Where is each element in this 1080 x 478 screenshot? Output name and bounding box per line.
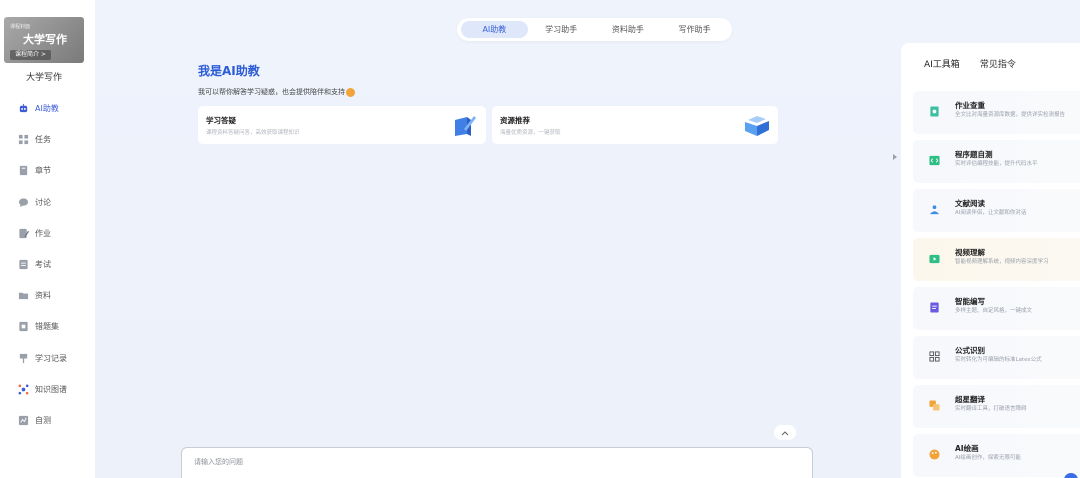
chart-icon [18, 415, 29, 426]
pen-book-icon [455, 116, 476, 136]
folder-icon [18, 290, 29, 301]
tool-desc: 智能视频理解系统，视频内容深度学习 [955, 259, 1049, 265]
tool-smart-writing[interactable]: 智能编写 多样主题、自定风格，一键成文 [913, 287, 1080, 330]
tool-title: 超星翻译 [955, 395, 985, 404]
reader-icon [929, 205, 940, 215]
write-icon [930, 302, 939, 313]
sidebar-item-label: 知识图谱 [35, 384, 67, 394]
card-desc: 课程资料答疑问答，高效获取课程知识 [206, 130, 300, 136]
sidebar: 课程封面 大学写作 课程简介 > 大学写作 AI助教 任务 章节 讨论 作业 考… [0, 0, 95, 478]
subtitle-text: 我可以帮你解答学习疑惑，也会提供陪伴和支持 [198, 88, 345, 96]
tool-desc: 实时评估编程技能，提升代码水平 [955, 161, 1038, 167]
sidebar-item-ai-assistant[interactable]: AI助教 [0, 93, 95, 124]
tool-title: 文献阅读 [955, 199, 985, 208]
sidebar-item-label: 自测 [35, 415, 51, 425]
book-icon [18, 165, 29, 176]
sidebar-item-label: 错题集 [35, 322, 59, 332]
sidebar-item-label: 章节 [35, 166, 51, 176]
sidebar-item-study-record[interactable]: 学习记录 [0, 343, 95, 374]
assistant-tabs: AI助教 学习助手 资料助手 写作助手 [457, 18, 732, 41]
tool-ai-painting[interactable]: AI绘画 AI绘画创作，探索无限可能 [913, 434, 1080, 477]
course-intro-link[interactable]: 课程简介 > [10, 50, 51, 60]
tool-desc: 多样主题、自定风格，一键成文 [955, 308, 1033, 314]
page-title: 我是AI助教 [198, 64, 260, 78]
sidebar-item-label: 学习记录 [35, 353, 67, 363]
tab-common-commands[interactable]: 常见指令 [980, 57, 1016, 70]
chat-bubble-icon [18, 197, 29, 208]
smile-emoji-icon [346, 87, 355, 97]
tool-literature-reading[interactable]: 文献阅读 AI阅读伴侣，让文献和你对话 [913, 189, 1080, 232]
ai-toolbox-panel: AI工具箱 常见指令 作业查重 全文比对海量资源库数据，提供详实检测报告 程序题… [901, 43, 1080, 478]
sidebar-item-label: 作业 [35, 228, 51, 238]
tool-translation[interactable]: 超星翻译 实时翻译工具，打破语言障碍 [913, 385, 1080, 428]
question-input-box[interactable] [181, 447, 813, 478]
sidebar-item-exams[interactable]: 考试 [0, 249, 95, 280]
cover-tiny-text: 课程封面 [10, 24, 31, 30]
tool-desc: 实时翻译工具，打破语言障碍 [955, 406, 1027, 412]
cover-title: 大学写作 [23, 33, 67, 46]
error-book-icon [18, 321, 29, 332]
tab-ai-toolbox[interactable]: AI工具箱 [924, 57, 960, 70]
tab-writing-assistant[interactable]: 写作助手 [661, 21, 728, 38]
tool-desc: 全文比对海量资源库数据，提供详实检测报告 [955, 112, 1066, 118]
robot-icon [18, 103, 29, 114]
tool-desc: AI阅读伴侣，让文献和你对话 [955, 210, 1027, 216]
sidebar-item-label: AI助教 [35, 104, 59, 114]
translate-icon [929, 400, 940, 411]
open-book-icon [745, 116, 769, 136]
sidebar-item-resources[interactable]: 资料 [0, 280, 95, 311]
course-name: 大学写作 [25, 73, 62, 83]
toolbox-tabs: AI工具箱 常见指令 [924, 57, 1016, 70]
page-subtitle: 我可以帮你解答学习疑惑，也会提供陪伴和支持 [198, 87, 355, 97]
formula-icon [929, 351, 940, 362]
chevron-up-icon [781, 430, 789, 435]
feature-card-qa[interactable]: 学习答疑 课程资料答疑问答，高效获取课程知识 [198, 106, 486, 144]
tab-study-assistant[interactable]: 学习助手 [528, 21, 595, 38]
exam-doc-icon [18, 259, 29, 270]
sidebar-item-error-book[interactable]: 错题集 [0, 311, 95, 342]
tool-desc: AI绘画创作，探索无限可能 [955, 455, 1021, 461]
card-title: 学习答疑 [206, 116, 236, 125]
video-icon [929, 254, 940, 264]
tool-code-test[interactable]: 程序题自测 实时评估编程技能，提升代码水平 [913, 140, 1080, 183]
sidebar-item-self-test[interactable]: 自测 [0, 405, 95, 436]
tool-title: 公式识别 [955, 346, 985, 355]
question-input[interactable] [194, 458, 794, 466]
record-icon [18, 353, 29, 364]
card-desc: 海量优质资源，一键获取 [500, 130, 561, 136]
tool-title: 作业查重 [955, 101, 985, 110]
scroll-up-button[interactable] [774, 425, 796, 440]
sidebar-item-discussion[interactable]: 讨论 [0, 187, 95, 218]
sidebar-item-chapters[interactable]: 章节 [0, 155, 95, 186]
grid-icon [18, 134, 29, 145]
course-cover-image[interactable]: 课程封面 大学写作 课程简介 > [4, 17, 84, 63]
sidebar-item-label: 考试 [35, 260, 51, 270]
sidebar-menu: AI助教 任务 章节 讨论 作业 考试 资料 错题集 学习记录 知识图谱 自测 [0, 93, 95, 436]
sidebar-item-tasks[interactable]: 任务 [0, 124, 95, 155]
card-title: 资源推荐 [500, 116, 530, 125]
sidebar-item-knowledge-graph[interactable]: 知识图谱 [0, 374, 95, 405]
feature-card-recommend[interactable]: 资源推荐 海量优质资源，一键获取 [492, 106, 778, 144]
graph-icon [18, 384, 29, 395]
check-doc-icon [930, 106, 939, 117]
sidebar-item-label: 资料 [35, 291, 51, 301]
sidebar-item-label: 任务 [35, 135, 51, 145]
tool-video-understanding[interactable]: 视频理解 智能视频理解系统，视频内容深度学习 [913, 238, 1080, 281]
collapse-panel-icon[interactable] [891, 152, 899, 162]
tool-desc: 实时转化为可编辑的标准Latex公式 [955, 357, 1042, 363]
tool-title: AI绘画 [955, 444, 979, 453]
tool-plagiarism-check[interactable]: 作业查重 全文比对海量资源库数据，提供详实检测报告 [913, 91, 1080, 134]
tool-formula-recognition[interactable]: 公式识别 实时转化为可编辑的标准Latex公式 [913, 336, 1080, 379]
tab-ai-assistant[interactable]: AI助教 [461, 21, 528, 38]
palette-icon [929, 449, 940, 460]
code-icon [929, 155, 940, 166]
tool-title: 程序题自测 [955, 150, 993, 159]
tool-title: 视频理解 [955, 248, 985, 257]
sidebar-item-label: 讨论 [35, 197, 51, 207]
tab-resource-assistant[interactable]: 资料助手 [595, 21, 662, 38]
tool-title: 智能编写 [955, 297, 985, 306]
sidebar-item-homework[interactable]: 作业 [0, 218, 95, 249]
pencil-doc-icon [18, 228, 29, 239]
